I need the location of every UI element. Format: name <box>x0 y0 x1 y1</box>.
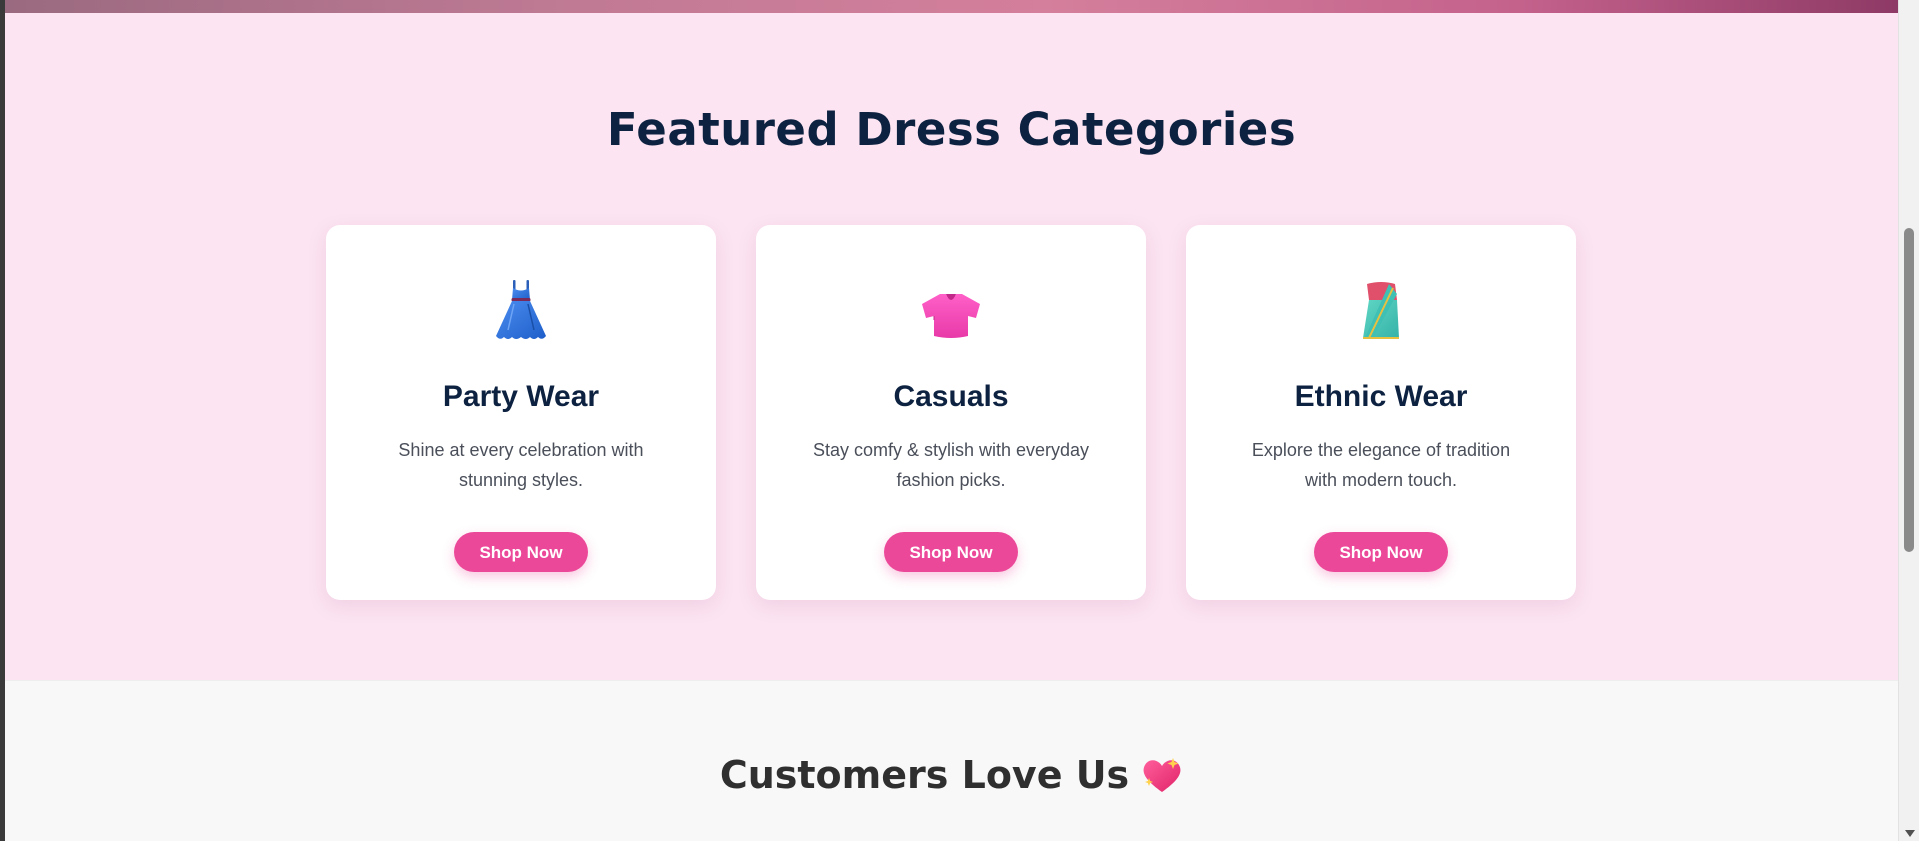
scrollbar-thumb[interactable] <box>1904 228 1914 552</box>
card-description: Stay comfy & stylish with everyday fashi… <box>812 440 1090 490</box>
shop-now-button[interactable]: Shop Now <box>454 532 588 572</box>
shop-now-button[interactable]: Shop Now <box>1314 532 1448 572</box>
dress-icon <box>326 280 716 342</box>
testimonials-title: Customers Love Us <box>5 753 1898 803</box>
card-description: Explore the elegance of tradition with m… <box>1251 440 1511 490</box>
card-description: Shine at every celebration with stunning… <box>398 440 644 490</box>
card-title: Ethnic Wear <box>1294 380 1468 413</box>
scroll-down-arrow-icon[interactable] <box>1905 830 1915 837</box>
page-viewport: Featured Dress Categories Party Wear Shi… <box>5 0 1898 841</box>
sari-icon <box>1186 280 1576 342</box>
card-title: Casuals <box>893 380 1009 413</box>
testimonials-section: Customers Love Us <box>5 680 1898 841</box>
shop-now-button[interactable]: Shop Now <box>884 532 1018 572</box>
featured-categories-section: Featured Dress Categories Party Wear Shi… <box>5 13 1898 680</box>
sparkling-heart-icon <box>1141 756 1183 803</box>
category-cards: Party Wear Shine at every celebration wi… <box>326 225 1576 600</box>
vertical-scrollbar[interactable] <box>1898 0 1919 841</box>
category-card-ethnic-wear: Ethnic Wear Explore the elegance of trad… <box>1186 225 1576 600</box>
tshirt-icon <box>756 280 1146 342</box>
card-title: Party Wear <box>442 380 600 413</box>
hero-banner-bottom <box>5 0 1898 13</box>
section-title: Featured Dress Categories <box>606 103 1297 156</box>
category-card-casuals: Casuals Stay comfy & stylish with everyd… <box>756 225 1146 600</box>
category-card-party-wear: Party Wear Shine at every celebration wi… <box>326 225 716 600</box>
testimonials-title-text: Customers Love Us <box>719 753 1130 797</box>
